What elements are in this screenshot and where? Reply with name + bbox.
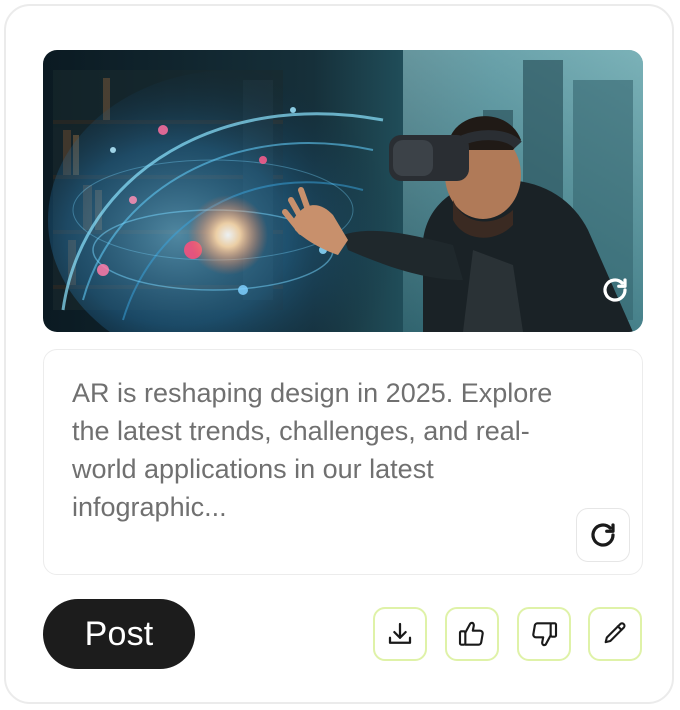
refresh-icon [588,520,618,550]
pencil-icon [601,620,629,648]
ar-scene-illustration [43,50,643,332]
like-button[interactable] [445,607,499,661]
hero-refresh-button[interactable] [597,272,633,308]
thumbs-up-icon [456,618,488,650]
caption-text[interactable]: AR is reshaping design in 2025. Explore … [72,374,592,526]
dislike-button[interactable] [517,607,571,661]
hero-image [43,50,643,332]
caption-refresh-button[interactable] [576,508,630,562]
post-card: AR is reshaping design in 2025. Explore … [4,4,674,704]
download-icon [385,619,415,649]
post-button[interactable]: Post [43,599,195,669]
refresh-icon [600,275,630,305]
download-button[interactable] [373,607,427,661]
thumbs-down-icon [528,618,560,650]
edit-button[interactable] [588,607,642,661]
caption-box[interactable]: AR is reshaping design in 2025. Explore … [43,349,643,575]
